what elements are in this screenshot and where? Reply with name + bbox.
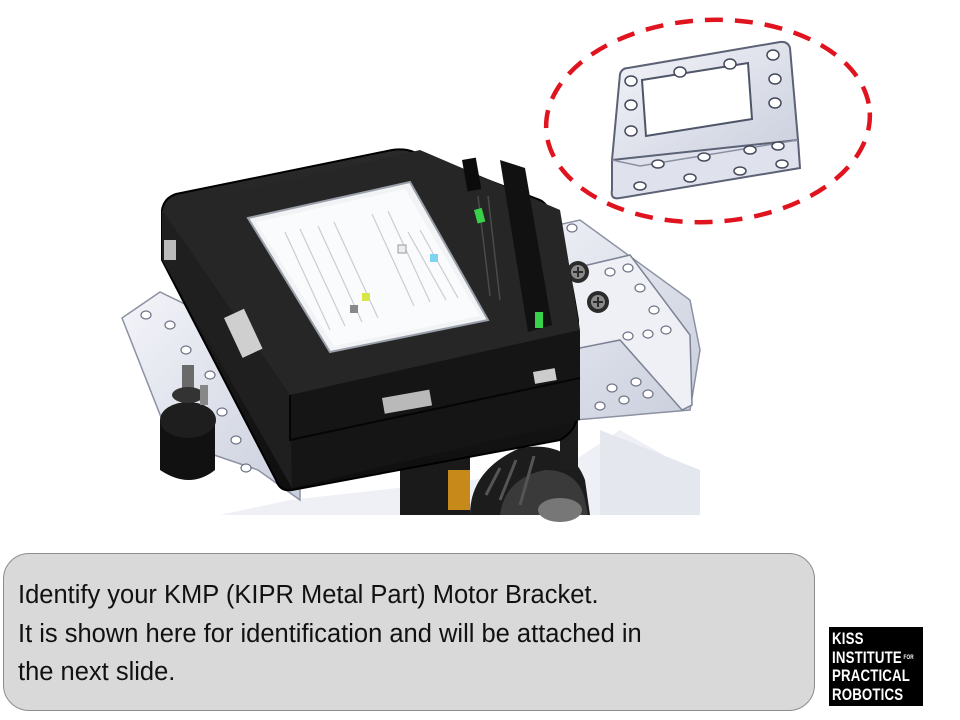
logo-text: INSTITUTE — [832, 647, 902, 667]
screw-icon — [587, 291, 609, 313]
caption-box: Identify your KMP (KIPR Metal Part) Moto… — [3, 553, 815, 711]
logo-text: FOR — [903, 654, 914, 661]
logo-text: PRACTICAL — [832, 666, 911, 685]
kipr-logo: KISS INSTITUTE FOR PRACTICAL ROBOTICS — [829, 627, 923, 706]
logo-text: KISS — [832, 629, 864, 648]
caption-line: Identify your KMP (KIPR Metal Part) Moto… — [18, 581, 599, 609]
caption-line: It is shown here for identification and … — [18, 619, 642, 648]
logo-text: ROBOTICS — [832, 684, 904, 704]
robot-illustration — [121, 17, 873, 522]
caption-line: the next slide. — [18, 658, 176, 686]
motor-bracket-part — [610, 40, 802, 200]
